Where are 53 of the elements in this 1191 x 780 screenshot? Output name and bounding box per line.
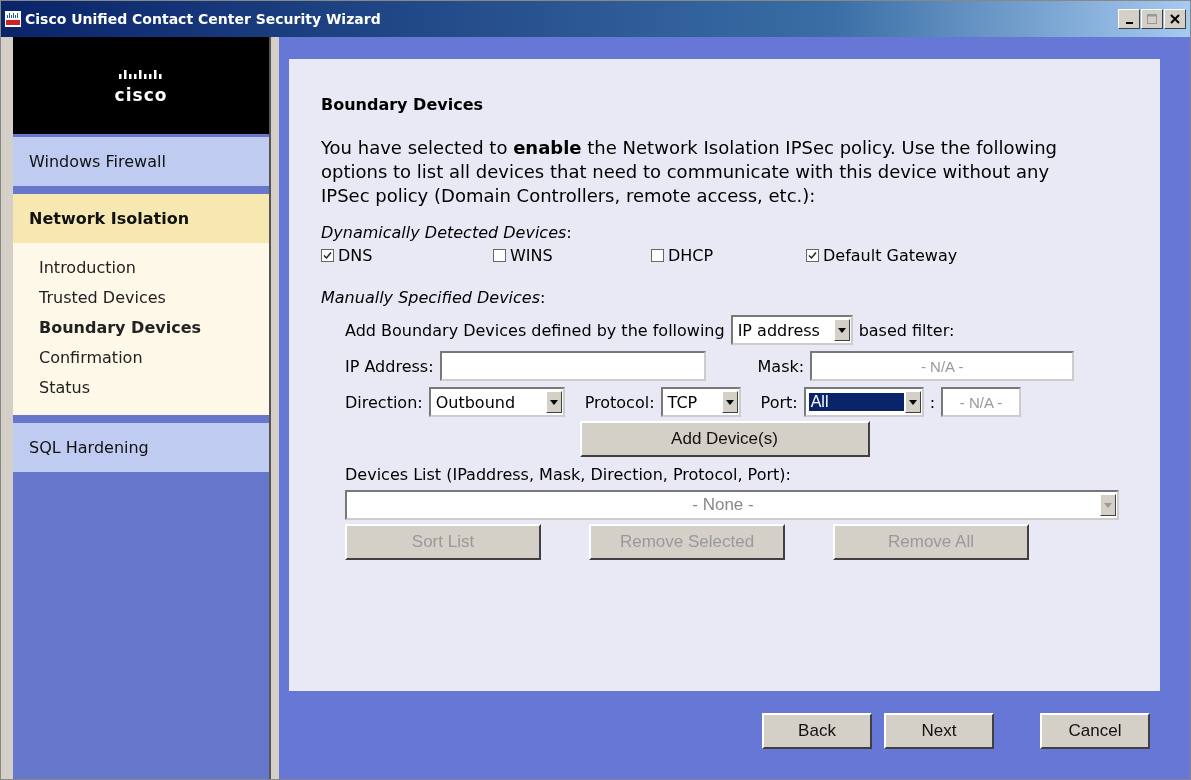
maximize-button[interactable] bbox=[1141, 9, 1163, 29]
dropdown-arrow-icon bbox=[725, 399, 734, 405]
input-field[interactable] bbox=[439, 351, 706, 381]
field-label: Direction: bbox=[345, 392, 423, 412]
section-heading: Boundary Devices bbox=[321, 95, 484, 114]
checkmark-icon bbox=[323, 251, 332, 260]
separator-text: : bbox=[929, 392, 936, 412]
minimize-button[interactable] bbox=[1118, 9, 1140, 29]
checkmark-icon bbox=[808, 251, 817, 260]
field-label: based filter: bbox=[858, 320, 955, 340]
field-label: IP Address: bbox=[345, 356, 434, 376]
close-button[interactable] bbox=[1164, 9, 1186, 29]
dropdown-arrow-icon bbox=[549, 399, 558, 405]
intro-text: You have selected to enable the Network Isolation IPSec policy. Use the following options to list all devices that need to communicate with this device without any IPSec policy (Domain Controllers, remote access, etc.): bbox=[321, 136, 1059, 208]
logo-text: cisco bbox=[114, 84, 168, 105]
close-icon bbox=[1170, 14, 1180, 24]
group-label: Dynamically Detected Devices: bbox=[321, 222, 573, 244]
app-icon bbox=[5, 11, 21, 27]
checkbox[interactable]: WINS bbox=[493, 246, 651, 265]
checkbox[interactable]: Default Gateway bbox=[806, 246, 958, 265]
field-label: Mask: bbox=[757, 356, 805, 376]
wizard-button[interactable]: Cancel bbox=[1040, 713, 1150, 749]
dropdown-arrow-icon bbox=[1104, 502, 1112, 508]
step-item[interactable]: Introduction bbox=[39, 253, 269, 283]
field-label: Protocol: bbox=[584, 392, 655, 412]
group-label: Manually Specified Devices: bbox=[321, 287, 547, 309]
field-label: Devices List (IPaddress, Mask, Direction, Protocol, Port): bbox=[345, 465, 791, 484]
input-field: - N/A - bbox=[810, 351, 1075, 381]
dropdown[interactable]: All bbox=[803, 387, 924, 417]
dropdown-arrow-icon bbox=[837, 327, 846, 333]
window-title: Cisco Unified Contact Center Security Wizard bbox=[25, 11, 382, 27]
step-item[interactable]: Trusted Devices bbox=[39, 283, 269, 313]
step-item[interactable]: Confirmation bbox=[39, 343, 269, 373]
field-label: Port: bbox=[760, 392, 798, 412]
dropdown[interactable]: Outbound bbox=[428, 387, 565, 417]
checkbox[interactable]: DNS bbox=[321, 246, 493, 265]
dropdown-arrow-icon bbox=[908, 399, 917, 405]
step-item[interactable]: Status bbox=[39, 373, 269, 403]
sidebar-section[interactable]: Windows Firewall bbox=[13, 134, 269, 186]
minimize-icon bbox=[1125, 22, 1133, 24]
step-item[interactable]: Boundary Devices bbox=[39, 313, 269, 343]
sidebar-section[interactable]: Network Isolation bbox=[13, 191, 269, 243]
wizard-button[interactable]: Back bbox=[762, 713, 872, 749]
wizard-button[interactable]: Next bbox=[884, 713, 994, 749]
devices-dropdown[interactable]: - None - bbox=[345, 490, 1119, 520]
checkbox[interactable]: DHCP bbox=[651, 246, 806, 265]
dropdown[interactable]: TCP bbox=[660, 387, 741, 417]
field-label: Add Boundary Devices defined by the following bbox=[345, 320, 725, 340]
dropdown[interactable]: IP address bbox=[730, 315, 853, 345]
sidebar-section[interactable]: SQL Hardening bbox=[13, 420, 269, 472]
maximize-icon bbox=[1147, 14, 1157, 24]
add-device-button[interactable]: Add Device(s) bbox=[579, 421, 870, 457]
input-field: - N/A - bbox=[941, 387, 1022, 417]
